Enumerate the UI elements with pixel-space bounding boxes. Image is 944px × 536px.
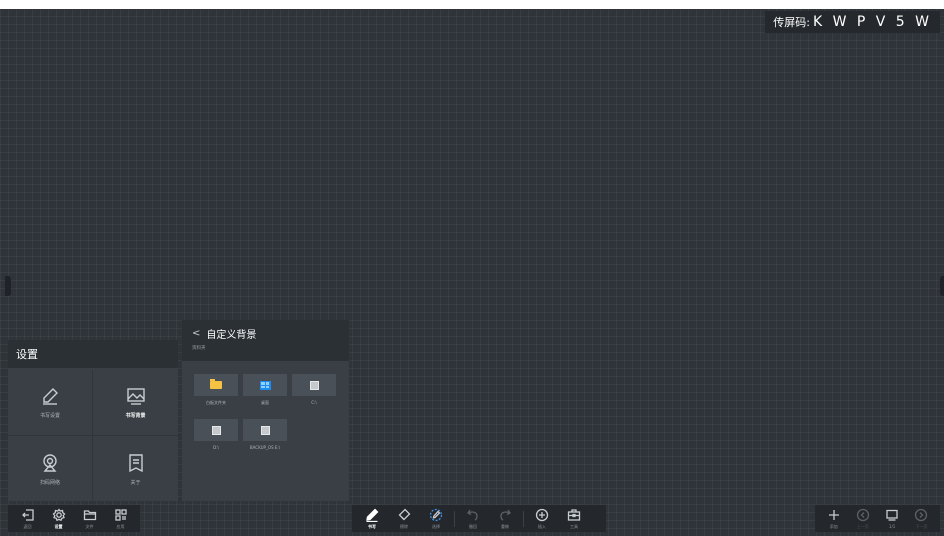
insert-button[interactable]: 插入 bbox=[526, 505, 558, 532]
settings-panel: 设置 书写设置 书写背景 扫码网络 关于 bbox=[8, 340, 178, 502]
page-overview-button[interactable]: 1/1 bbox=[878, 505, 907, 532]
settings-grid: 书写设置 书写背景 扫码网络 关于 bbox=[8, 370, 178, 502]
custom-background-panel: < 自定义背景 资料夹 白板文件夹 桌面 C:\ D:\ BACKUP_OS E… bbox=[182, 320, 349, 501]
file-tile bbox=[194, 419, 238, 441]
eraser-button[interactable]: 擦除 bbox=[388, 505, 420, 532]
settings-button[interactable]: 设置 bbox=[43, 505, 74, 532]
settings-title: 设置 bbox=[16, 348, 38, 361]
exit-icon bbox=[21, 508, 34, 521]
toolbar-label: 下一页 bbox=[915, 523, 928, 529]
settings-item-label: 扫码网络 bbox=[39, 479, 60, 486]
pen-settings-icon bbox=[43, 388, 58, 405]
custom-background-title: 自定义背景 bbox=[206, 330, 257, 341]
desktop-icon bbox=[259, 380, 271, 390]
toolbar-label: 撤回 bbox=[469, 523, 477, 529]
eraser-icon bbox=[398, 508, 411, 520]
toolbar-label: 插入 bbox=[538, 523, 546, 529]
page-indicator: 1/1 bbox=[888, 524, 896, 529]
toolbar-label: 书写 bbox=[368, 523, 376, 529]
toolbox-icon bbox=[567, 508, 581, 521]
pen-button[interactable]: 书写 bbox=[356, 505, 388, 532]
right-edge-handle[interactable] bbox=[940, 276, 944, 296]
files-button[interactable]: 文件 bbox=[74, 505, 105, 532]
toolbar-label: 添加 bbox=[829, 523, 838, 529]
settings-item-background[interactable]: 书写背景 bbox=[93, 370, 178, 436]
settings-item-writing[interactable]: 书写设置 bbox=[8, 370, 93, 436]
apps-button[interactable]: 应用 bbox=[105, 505, 136, 532]
plus-circle-icon bbox=[535, 508, 549, 521]
chevron-left-circle-icon bbox=[856, 508, 870, 521]
bottom-left-toolbar: 返回 设置 文件 应用 bbox=[8, 505, 140, 532]
back-chevron-icon[interactable]: < bbox=[192, 328, 200, 339]
pen-icon bbox=[366, 508, 379, 522]
tools-button[interactable]: 工具 bbox=[558, 505, 590, 532]
bottom-center-toolbar: 书写 擦除 选择 撤回 重做 插入 工具 bbox=[352, 505, 606, 532]
settings-item-label: 书写设置 bbox=[39, 413, 60, 419]
settings-item-network[interactable]: 扫码网络 bbox=[8, 436, 93, 502]
document-icon bbox=[128, 453, 143, 472]
undo-icon bbox=[467, 509, 478, 521]
toolbar-label: 应用 bbox=[116, 523, 125, 529]
settings-item-label: 书写背景 bbox=[125, 413, 146, 419]
lasso-icon bbox=[429, 508, 443, 521]
folder-icon bbox=[210, 379, 222, 389]
screen-code-value: K W P V 5 W bbox=[812, 14, 932, 30]
redo-button[interactable]: 重做 bbox=[489, 505, 521, 532]
file-name: BACKUP_OS E:\ bbox=[249, 445, 281, 450]
custom-background-subtitle: 资料夹 bbox=[192, 346, 206, 351]
exit-button[interactable]: 返回 bbox=[12, 505, 43, 532]
undo-button[interactable]: 撤回 bbox=[457, 505, 489, 532]
file-name: 桌面 bbox=[261, 400, 269, 405]
top-strip bbox=[0, 0, 944, 9]
file-item-whiteboard-folder[interactable]: 白板文件夹 bbox=[194, 374, 238, 406]
file-name: C:\ bbox=[311, 400, 317, 405]
settings-item-label: 关于 bbox=[130, 479, 141, 486]
bottom-right-toolbar: 添加 上一页 1/1 下一页 bbox=[815, 505, 940, 532]
file-tile bbox=[243, 419, 287, 441]
settings-item-about[interactable]: 关于 bbox=[93, 436, 178, 502]
chevron-right-circle-icon bbox=[915, 508, 928, 521]
file-name: D:\ bbox=[213, 445, 219, 450]
file-item-drive-d[interactable]: D:\ bbox=[194, 419, 238, 450]
drive-icon bbox=[309, 380, 319, 390]
next-page-button[interactable]: 下一页 bbox=[907, 505, 936, 532]
previous-page-button[interactable]: 上一页 bbox=[848, 505, 877, 532]
gear-icon bbox=[52, 507, 65, 521]
settings-header: 设置 bbox=[8, 340, 178, 368]
file-item-drive-c[interactable]: C:\ bbox=[292, 374, 336, 405]
apps-icon bbox=[114, 508, 127, 521]
file-tile bbox=[243, 374, 287, 396]
folder-icon bbox=[83, 509, 96, 520]
file-name: 白板文件夹 bbox=[206, 400, 226, 405]
file-item-drive-e[interactable]: BACKUP_OS E:\ bbox=[243, 419, 287, 450]
toolbar-label: 选择 bbox=[432, 523, 440, 529]
screen-code-label: 传屏码: bbox=[773, 16, 810, 29]
screen-code-badge: 传屏码: K W P V 5 W bbox=[765, 11, 940, 33]
toolbar-label: 文件 bbox=[85, 523, 94, 529]
toolbar-separator bbox=[454, 510, 455, 527]
pages-icon bbox=[886, 509, 898, 521]
plus-icon bbox=[828, 509, 839, 520]
picture-icon bbox=[126, 388, 145, 405]
toolbar-label: 擦除 bbox=[400, 523, 408, 529]
file-tile bbox=[292, 374, 336, 396]
redo-icon bbox=[500, 509, 511, 521]
add-page-button[interactable]: 添加 bbox=[819, 505, 848, 532]
toolbar-label: 返回 bbox=[23, 523, 32, 529]
toolbar-label: 重做 bbox=[501, 523, 509, 529]
drive-icon bbox=[260, 425, 270, 435]
toolbar-separator bbox=[523, 510, 524, 527]
custom-background-header: < 自定义背景 资料夹 bbox=[182, 320, 349, 361]
drive-icon bbox=[211, 425, 221, 435]
file-tile bbox=[194, 374, 238, 396]
location-pin-icon bbox=[43, 453, 57, 472]
left-edge-handle[interactable] bbox=[5, 276, 11, 296]
file-item-desktop[interactable]: 桌面 bbox=[243, 374, 287, 406]
toolbar-label: 工具 bbox=[570, 523, 578, 529]
toolbar-label: 上一页 bbox=[856, 523, 869, 529]
toolbar-label: 设置 bbox=[54, 523, 63, 529]
select-button[interactable]: 选择 bbox=[420, 505, 452, 532]
custom-background-title-row[interactable]: < 自定义背景 bbox=[192, 326, 339, 341]
